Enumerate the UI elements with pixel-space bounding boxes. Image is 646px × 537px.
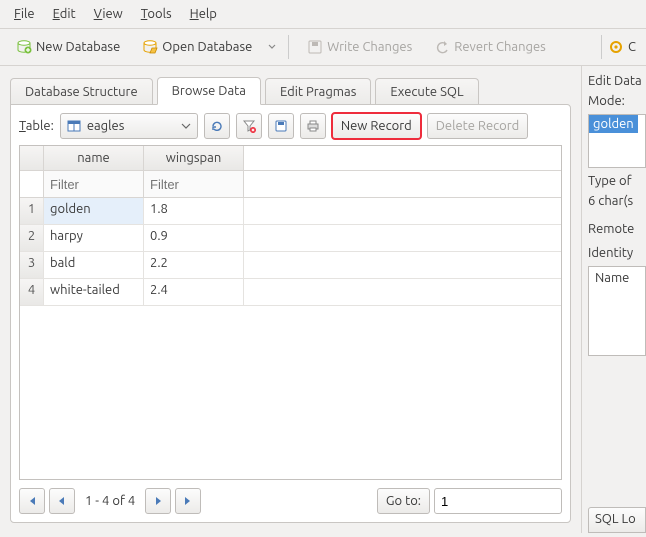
table-row[interactable]: 3 bald 2.2 bbox=[20, 252, 561, 279]
cell-name[interactable]: golden bbox=[44, 198, 144, 224]
identity-label: Identity bbox=[588, 246, 646, 260]
pager-range: 1 - 4 of 4 bbox=[79, 494, 141, 508]
right-pane: Edit Data Mode: golden Type of 6 char(s … bbox=[581, 66, 646, 533]
goto-input[interactable] bbox=[434, 488, 562, 514]
tabs: Database Structure Browse Data Edit Prag… bbox=[10, 74, 571, 104]
menu-view[interactable]: View bbox=[86, 4, 131, 24]
pager-first-button[interactable] bbox=[19, 488, 45, 514]
print-icon bbox=[306, 119, 320, 133]
type-value: 6 char(s bbox=[588, 194, 646, 208]
cell-name[interactable]: bald bbox=[44, 252, 144, 278]
grid-header: name wingspan bbox=[20, 146, 561, 171]
toolbar-separator bbox=[601, 35, 602, 59]
grid-body: 1 golden 1.8 2 harpy 0.9 3 bald 2.2 bbox=[20, 198, 561, 479]
rownum-cell: 2 bbox=[20, 225, 44, 251]
refresh-button[interactable] bbox=[204, 113, 230, 139]
table-row[interactable]: 2 harpy 0.9 bbox=[20, 225, 561, 252]
pager-prev-button[interactable] bbox=[49, 488, 75, 514]
clear-filters-button[interactable] bbox=[236, 113, 262, 139]
rownum-header bbox=[20, 146, 44, 170]
toolbar-right-label: C bbox=[628, 40, 636, 54]
delete-record-button: Delete Record bbox=[427, 113, 529, 139]
table-selector-row: Table: eagles bbox=[19, 113, 562, 139]
rownum-cell: 3 bbox=[20, 252, 44, 278]
table-combo-value: eagles bbox=[87, 119, 125, 133]
name-column-label: Name bbox=[595, 271, 629, 285]
menu-help[interactable]: Help bbox=[182, 4, 225, 24]
save-icon bbox=[274, 119, 288, 133]
goto-button[interactable]: Go to: bbox=[377, 488, 430, 514]
write-changes-label: Write Changes bbox=[327, 40, 412, 54]
print-button[interactable] bbox=[300, 113, 326, 139]
workspace: Database Structure Browse Data Edit Prag… bbox=[0, 66, 646, 533]
revert-changes-label: Revert Changes bbox=[454, 40, 546, 54]
open-database-label: Open Database bbox=[162, 40, 252, 54]
pager: 1 - 4 of 4 Go to: bbox=[19, 480, 562, 514]
tab-database-structure[interactable]: Database Structure bbox=[10, 78, 153, 105]
save-table-button[interactable] bbox=[268, 113, 294, 139]
cell-name[interactable]: white-tailed bbox=[44, 279, 144, 305]
browse-data-panel: Table: eagles bbox=[10, 104, 571, 523]
dropdown-icon[interactable] bbox=[268, 40, 276, 54]
pager-next-button[interactable] bbox=[145, 488, 171, 514]
tab-browse-data[interactable]: Browse Data bbox=[157, 77, 261, 105]
menubar: File Edit View Tools Help bbox=[0, 0, 646, 29]
filter-name-input[interactable] bbox=[44, 171, 143, 197]
open-database-button[interactable]: Open Database bbox=[136, 35, 258, 59]
table-icon bbox=[67, 119, 81, 133]
toolbar-separator bbox=[288, 35, 289, 59]
rownum-cell: 1 bbox=[20, 198, 44, 224]
table-combo[interactable]: eagles bbox=[60, 113, 198, 139]
table-row[interactable]: 4 white-tailed 2.4 bbox=[20, 279, 561, 306]
menu-file[interactable]: File bbox=[6, 4, 43, 24]
cell-wingspan[interactable]: 2.2 bbox=[144, 252, 244, 278]
write-changes-button: Write Changes bbox=[301, 35, 418, 59]
new-record-button[interactable]: New Record bbox=[332, 113, 421, 139]
first-icon bbox=[26, 495, 38, 507]
chevron-down-icon bbox=[181, 121, 191, 131]
column-header-wingspan[interactable]: wingspan bbox=[144, 146, 244, 170]
cell-wingspan[interactable]: 1.8 bbox=[144, 198, 244, 224]
table-row[interactable]: 1 golden 1.8 bbox=[20, 198, 561, 225]
funnel-clear-icon bbox=[242, 119, 256, 133]
database-open-icon bbox=[142, 39, 158, 55]
cell-preview-value: golden bbox=[589, 115, 638, 133]
remote-name-box: Name bbox=[588, 266, 646, 356]
prev-icon bbox=[56, 495, 68, 507]
new-database-button[interactable]: New Database bbox=[10, 35, 126, 59]
cell-wingspan[interactable]: 0.9 bbox=[144, 225, 244, 251]
table-label: Table: bbox=[19, 119, 54, 133]
toolbar: New Database Open Database Write Changes… bbox=[0, 29, 646, 66]
gear-icon[interactable] bbox=[608, 39, 624, 55]
menu-edit[interactable]: Edit bbox=[45, 4, 84, 24]
rownum-cell: 4 bbox=[20, 279, 44, 305]
cell-preview[interactable]: golden bbox=[588, 114, 646, 168]
database-new-icon bbox=[16, 39, 32, 55]
revert-changes-icon bbox=[434, 39, 450, 55]
new-database-label: New Database bbox=[36, 40, 120, 54]
cell-wingspan[interactable]: 2.4 bbox=[144, 279, 244, 305]
edit-cell-title: Edit Data bbox=[588, 74, 646, 88]
revert-changes-button: Revert Changes bbox=[428, 35, 552, 59]
next-icon bbox=[152, 495, 164, 507]
tab-execute-sql[interactable]: Execute SQL bbox=[375, 78, 478, 105]
menu-tools[interactable]: Tools bbox=[133, 4, 180, 24]
cell-name[interactable]: harpy bbox=[44, 225, 144, 251]
pager-last-button[interactable] bbox=[175, 488, 201, 514]
column-header-name[interactable]: name bbox=[44, 146, 144, 170]
mode-label: Mode: bbox=[588, 94, 646, 108]
write-changes-icon bbox=[307, 39, 323, 55]
grid-filter-row bbox=[20, 171, 561, 198]
filter-wingspan-input[interactable] bbox=[144, 171, 243, 197]
remote-label: Remote bbox=[588, 222, 646, 236]
last-icon bbox=[182, 495, 194, 507]
refresh-icon bbox=[210, 119, 224, 133]
sql-log-button[interactable]: SQL Lo bbox=[588, 507, 646, 533]
type-label: Type of bbox=[588, 174, 646, 188]
tab-edit-pragmas[interactable]: Edit Pragmas bbox=[265, 78, 371, 105]
rownum-filter bbox=[20, 171, 44, 197]
left-pane: Database Structure Browse Data Edit Prag… bbox=[0, 66, 581, 533]
data-grid: name wingspan 1 golden 1.8 2 bbox=[19, 145, 562, 480]
